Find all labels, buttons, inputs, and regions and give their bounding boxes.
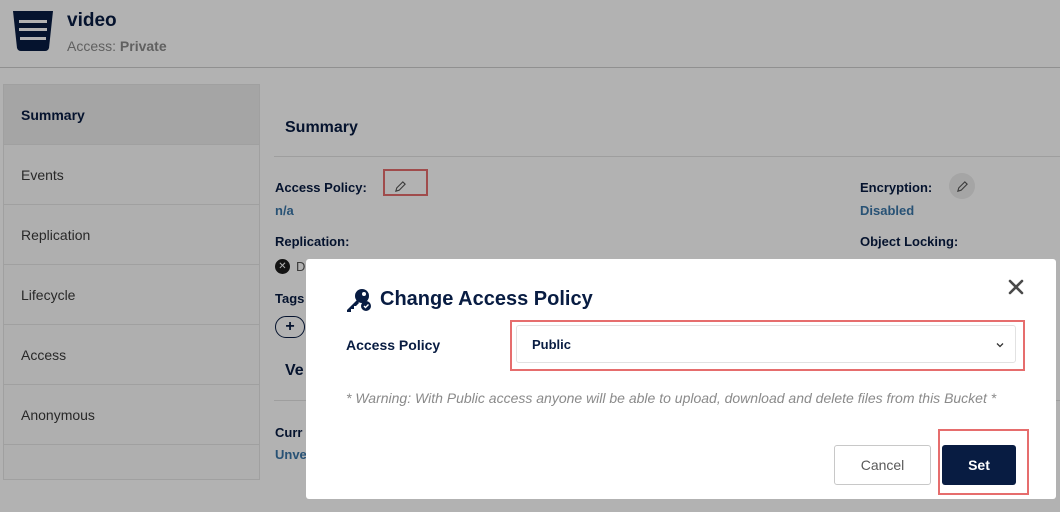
access-policy-field-label: Access Policy (346, 337, 441, 353)
close-icon (1008, 279, 1024, 295)
highlight-box (510, 320, 1025, 371)
key-icon (347, 289, 371, 312)
cancel-button[interactable]: Cancel (834, 445, 931, 485)
modal-title: Change Access Policy (380, 288, 593, 310)
change-access-policy-modal: Change Access Policy Access Policy Publi… (306, 259, 1056, 499)
close-button[interactable] (1004, 275, 1028, 299)
highlight-box (938, 429, 1029, 495)
public-access-warning: * Warning: With Public access anyone wil… (346, 390, 997, 406)
